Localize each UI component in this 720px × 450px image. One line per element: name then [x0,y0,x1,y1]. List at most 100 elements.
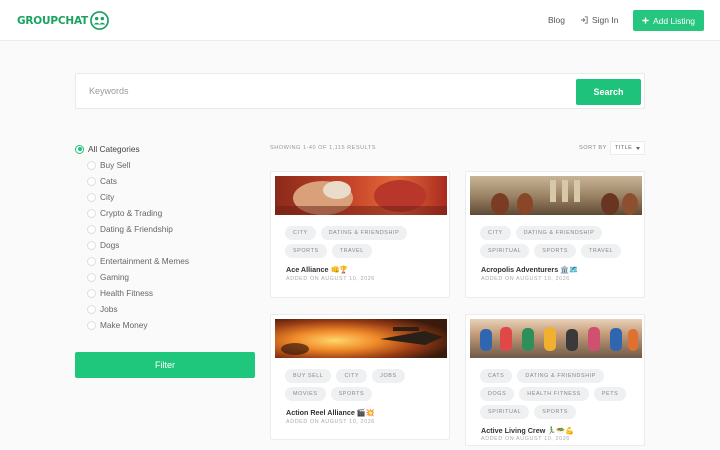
listing-image [275,176,447,215]
listing-date: ADDED ON AUGUST 10, 2026 [286,419,375,425]
sort-select[interactable]: TITLE [610,141,645,155]
tag[interactable]: DATING & FRIENDSHIP [515,226,603,240]
tag[interactable]: SPIRITUAL [480,405,530,419]
listing-image [470,319,642,358]
category-label: Gaming [100,272,130,282]
results-count: SHOWING 1-40 OF 1,115 RESULTS [270,145,376,151]
sort-by-label: SORT BY [579,145,607,151]
category-dating-friendship[interactable]: Dating & Friendship [75,221,189,237]
radio-button[interactable] [87,208,96,218]
listing-card[interactable]: CATS DATING & FRIENDSHIP DOGS HEALTH FIT… [465,314,645,446]
caret-down-icon [636,146,640,150]
category-label: All Categories [88,144,140,154]
nav-blog-link[interactable]: Blog [548,15,565,25]
search-button[interactable]: Search [576,79,641,105]
tag[interactable]: SPIRITUAL [480,244,530,258]
radio-button[interactable] [87,224,96,234]
group-chat-icon [90,11,109,30]
radio-button[interactable] [87,192,96,202]
radio-button[interactable] [87,240,96,250]
listing-title[interactable]: Acropolis Adventurers 🏛️🗺️ [481,265,578,274]
category-label: Entertainment & Memes [100,256,189,266]
category-health-fitness[interactable]: Health Fitness [75,285,189,301]
add-listing-label: Add Listing [652,15,696,26]
category-city[interactable]: City [75,189,189,205]
category-buy-sell[interactable]: Buy Sell [75,157,189,173]
tag[interactable]: SPORTS [534,244,576,258]
listing-card[interactable]: BUY SELL CITY JOBS MOVIES SPORTS Action … [270,314,450,440]
site-header: GROUPCHAT Blog Sign In Add Listing [0,0,720,41]
radio-button[interactable] [87,256,96,266]
category-filter-list: All Categories Buy Sell Cats City Crypto… [75,141,189,333]
tag[interactable]: DATING & FRIENDSHIP [320,226,408,240]
listing-date: ADDED ON AUGUST 10, 2026 [481,276,570,282]
category-jobs[interactable]: Jobs [75,301,189,317]
radio-button[interactable] [75,144,84,154]
category-label: City [100,192,115,202]
listing-thumbnail[interactable] [275,319,447,358]
category-label: Crypto & Trading [100,208,163,218]
listing-card[interactable]: CITY DATING & FRIENDSHIP SPORTS TRAVEL A… [270,171,450,298]
filter-button[interactable]: Filter [75,352,255,378]
listing-card[interactable]: CITY DATING & FRIENDSHIP SPIRITUAL SPORT… [465,171,645,298]
listing-thumbnail[interactable] [275,176,447,215]
listing-image [470,176,642,215]
tag[interactable]: MOVIES [285,387,326,401]
category-all[interactable]: All Categories [75,141,189,157]
listing-tags: CITY DATING & FRIENDSHIP SPIRITUAL SPORT… [480,226,640,258]
category-make-money[interactable]: Make Money [75,317,189,333]
tag[interactable]: DATING & FRIENDSHIP [517,369,604,383]
category-entertainment-memes[interactable]: Entertainment & Memes [75,253,189,269]
sort-value: TITLE [615,145,633,151]
radio-button[interactable] [87,160,96,170]
tag[interactable]: BUY SELL [285,369,332,383]
listing-tags: BUY SELL CITY JOBS MOVIES SPORTS [285,369,445,401]
radio-button[interactable] [87,272,96,282]
search-bar: Search [75,73,645,109]
category-label: Dogs [100,240,120,250]
listing-thumbnail[interactable] [470,176,642,215]
radio-button[interactable] [87,304,96,314]
listing-title[interactable]: Active Living Crew 🏃‍♂️🥗💪 [481,426,574,435]
category-crypto-trading[interactable]: Crypto & Trading [75,205,189,221]
category-dogs[interactable]: Dogs [75,237,189,253]
listing-tags: CATS DATING & FRIENDSHIP DOGS HEALTH FIT… [480,369,640,419]
logo[interactable]: GROUPCHAT [17,11,109,30]
tag[interactable]: SPORTS [534,405,576,419]
tag[interactable]: CITY [480,226,511,240]
tag[interactable]: JOBS [372,369,405,383]
tag[interactable]: CATS [480,369,513,383]
tag[interactable]: TRAVEL [580,244,622,258]
add-listing-button[interactable]: Add Listing [633,10,704,31]
listing-thumbnail[interactable] [470,319,642,358]
tag[interactable]: HEALTH FITNESS [519,387,589,401]
category-label: Jobs [100,304,118,314]
category-cats[interactable]: Cats [75,173,189,189]
tag[interactable]: SPORTS [285,244,327,258]
tag[interactable]: DOGS [480,387,515,401]
category-label: Cats [100,176,118,186]
listing-image [275,319,447,358]
plus-icon [642,17,649,24]
listing-title[interactable]: Action Reel Alliance 🎬💥 [286,408,375,417]
keywords-input[interactable] [76,74,571,108]
tag[interactable]: PETS [593,387,627,401]
radio-button[interactable] [87,320,96,330]
category-gaming[interactable]: Gaming [75,269,189,285]
listing-date: ADDED ON AUGUST 10, 2026 [286,276,375,282]
sign-in-icon [580,16,588,24]
radio-button[interactable] [87,176,96,186]
category-label: Dating & Friendship [100,224,173,234]
tag[interactable]: CITY [336,369,368,383]
category-label: Make Money [100,320,148,330]
logo-text: GROUPCHAT [17,14,89,27]
signin-label: Sign In [592,15,619,25]
listing-title[interactable]: Ace Alliance 👊🏆 [286,265,348,274]
category-label: Health Fitness [100,288,154,298]
tag[interactable]: SPORTS [330,387,373,401]
tag[interactable]: CITY [285,226,316,240]
nav-signin-link[interactable]: Sign In [580,15,618,25]
listing-date: ADDED ON AUGUST 10, 2026 [481,436,570,442]
tag[interactable]: TRAVEL [331,244,372,258]
radio-button[interactable] [87,288,96,298]
